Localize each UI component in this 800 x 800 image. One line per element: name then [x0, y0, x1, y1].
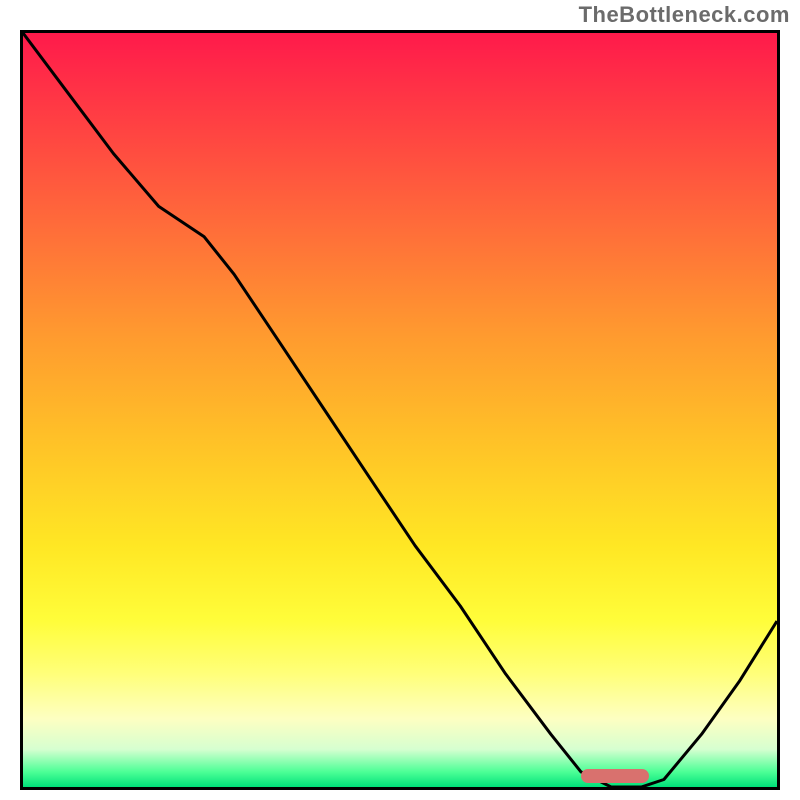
watermark-text: TheBottleneck.com — [579, 2, 790, 28]
plot-area — [20, 30, 780, 790]
highlight-marker — [581, 769, 649, 783]
chart-container: TheBottleneck.com — [0, 0, 800, 800]
curve-path — [23, 33, 777, 787]
bottleneck-curve — [23, 33, 777, 787]
